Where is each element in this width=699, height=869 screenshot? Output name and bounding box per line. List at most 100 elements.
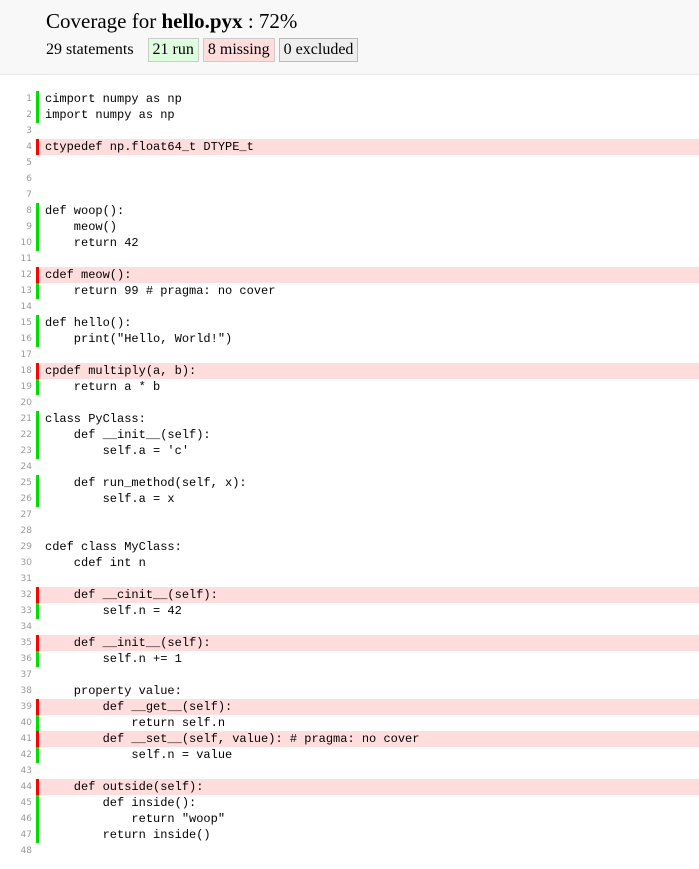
line-number[interactable]: 7	[0, 187, 32, 203]
file-name: hello.pyx	[161, 9, 243, 33]
line-number[interactable]: 28	[0, 523, 32, 539]
line-number[interactable]: 37	[0, 667, 32, 683]
line-code: ctypedef np.float64_t DTYPE_t	[36, 139, 699, 155]
line-number[interactable]: 33	[0, 603, 32, 619]
line-number[interactable]: 26	[0, 491, 32, 507]
source-line: 29 cdef class MyClass:	[0, 539, 699, 555]
source-line: 32 def __cinit__(self):	[0, 587, 699, 603]
line-number[interactable]: 13	[0, 283, 32, 299]
source-line: 35 def __init__(self):	[0, 635, 699, 651]
source-line: 10 return 42	[0, 235, 699, 251]
line-number[interactable]: 12	[0, 267, 32, 283]
line-number[interactable]: 44	[0, 779, 32, 795]
line-number[interactable]: 5	[0, 155, 32, 171]
source-line: 43	[0, 763, 699, 779]
line-number[interactable]: 4	[0, 139, 32, 155]
line-number[interactable]: 40	[0, 715, 32, 731]
source-line: 22 def __init__(self):	[0, 427, 699, 443]
source-line: 39 def __get__(self):	[0, 699, 699, 715]
line-number[interactable]: 10	[0, 235, 32, 251]
source-line: 17	[0, 347, 699, 363]
line-number[interactable]: 11	[0, 251, 32, 267]
line-number[interactable]: 15	[0, 315, 32, 331]
line-number[interactable]: 23	[0, 443, 32, 459]
line-number[interactable]: 9	[0, 219, 32, 235]
line-number[interactable]: 47	[0, 827, 32, 843]
line-number[interactable]: 6	[0, 171, 32, 187]
line-number[interactable]: 30	[0, 555, 32, 571]
line-number[interactable]: 42	[0, 747, 32, 763]
line-number[interactable]: 35	[0, 635, 32, 651]
line-number[interactable]: 14	[0, 299, 32, 315]
line-number[interactable]: 25	[0, 475, 32, 491]
line-number[interactable]: 38	[0, 683, 32, 699]
source-line: 36 self.n += 1	[0, 651, 699, 667]
line-number[interactable]: 45	[0, 795, 32, 811]
line-code: self.a = x	[36, 491, 699, 507]
line-number[interactable]: 16	[0, 331, 32, 347]
line-number[interactable]: 21	[0, 411, 32, 427]
line-number[interactable]: 22	[0, 427, 32, 443]
source-line: 30 cdef int n	[0, 555, 699, 571]
source-line: 47 return inside()	[0, 827, 699, 843]
line-code: def __get__(self):	[36, 699, 699, 715]
line-code: return 42	[36, 235, 699, 251]
source-line: 41 def __set__(self, value): # pragma: n…	[0, 731, 699, 747]
line-number[interactable]: 41	[0, 731, 32, 747]
missing-toggle-button[interactable]: 8 missing	[202, 38, 275, 62]
line-code: print("Hello, World!")	[36, 331, 699, 347]
line-number[interactable]: 36	[0, 651, 32, 667]
line-code: return inside()	[36, 827, 699, 843]
source-line: 1 cimport numpy as np	[0, 91, 699, 107]
line-code: self.n += 1	[36, 651, 699, 667]
line-number[interactable]: 8	[0, 203, 32, 219]
source-line: 31	[0, 571, 699, 587]
line-number[interactable]: 3	[0, 123, 32, 139]
line-number[interactable]: 24	[0, 459, 32, 475]
source-line: 33 self.n = 42	[0, 603, 699, 619]
line-code: def __init__(self):	[36, 427, 699, 443]
line-code: self.n = 42	[36, 603, 699, 619]
line-number[interactable]: 32	[0, 587, 32, 603]
line-number[interactable]: 18	[0, 363, 32, 379]
line-number[interactable]: 48	[0, 843, 32, 859]
title-prefix: Coverage for	[46, 9, 162, 33]
line-number[interactable]: 43	[0, 763, 32, 779]
line-number[interactable]: 29	[0, 539, 32, 555]
line-number[interactable]: 17	[0, 347, 32, 363]
source-line: 46 return "woop"	[0, 811, 699, 827]
source-line: 40 return self.n	[0, 715, 699, 731]
line-number[interactable]: 31	[0, 571, 32, 587]
source-line: 42 self.n = value	[0, 747, 699, 763]
source-line: 24	[0, 459, 699, 475]
line-code: return "woop"	[36, 811, 699, 827]
run-toggle-button[interactable]: 21 run	[147, 38, 199, 62]
source-line: 8 def woop():	[0, 203, 699, 219]
source-line: 13 return 99 # pragma: no cover	[0, 283, 699, 299]
line-number[interactable]: 39	[0, 699, 32, 715]
line-number[interactable]: 20	[0, 395, 32, 411]
line-code: def outside(self):	[36, 779, 699, 795]
line-number[interactable]: 46	[0, 811, 32, 827]
source-line: 7	[0, 187, 699, 203]
line-code: self.n = value	[36, 747, 699, 763]
line-code: meow()	[36, 219, 699, 235]
line-code: return self.n	[36, 715, 699, 731]
line-code: cdef class MyClass:	[45, 540, 182, 554]
line-number[interactable]: 34	[0, 619, 32, 635]
line-code: class PyClass:	[36, 411, 699, 427]
line-number[interactable]: 2	[0, 107, 32, 123]
source-line: 20	[0, 395, 699, 411]
line-number[interactable]: 19	[0, 379, 32, 395]
line-number[interactable]: 1	[0, 91, 32, 107]
source-line: 45 def inside():	[0, 795, 699, 811]
line-number[interactable]: 27	[0, 507, 32, 523]
excluded-toggle-button[interactable]: 0 excluded	[278, 38, 359, 62]
